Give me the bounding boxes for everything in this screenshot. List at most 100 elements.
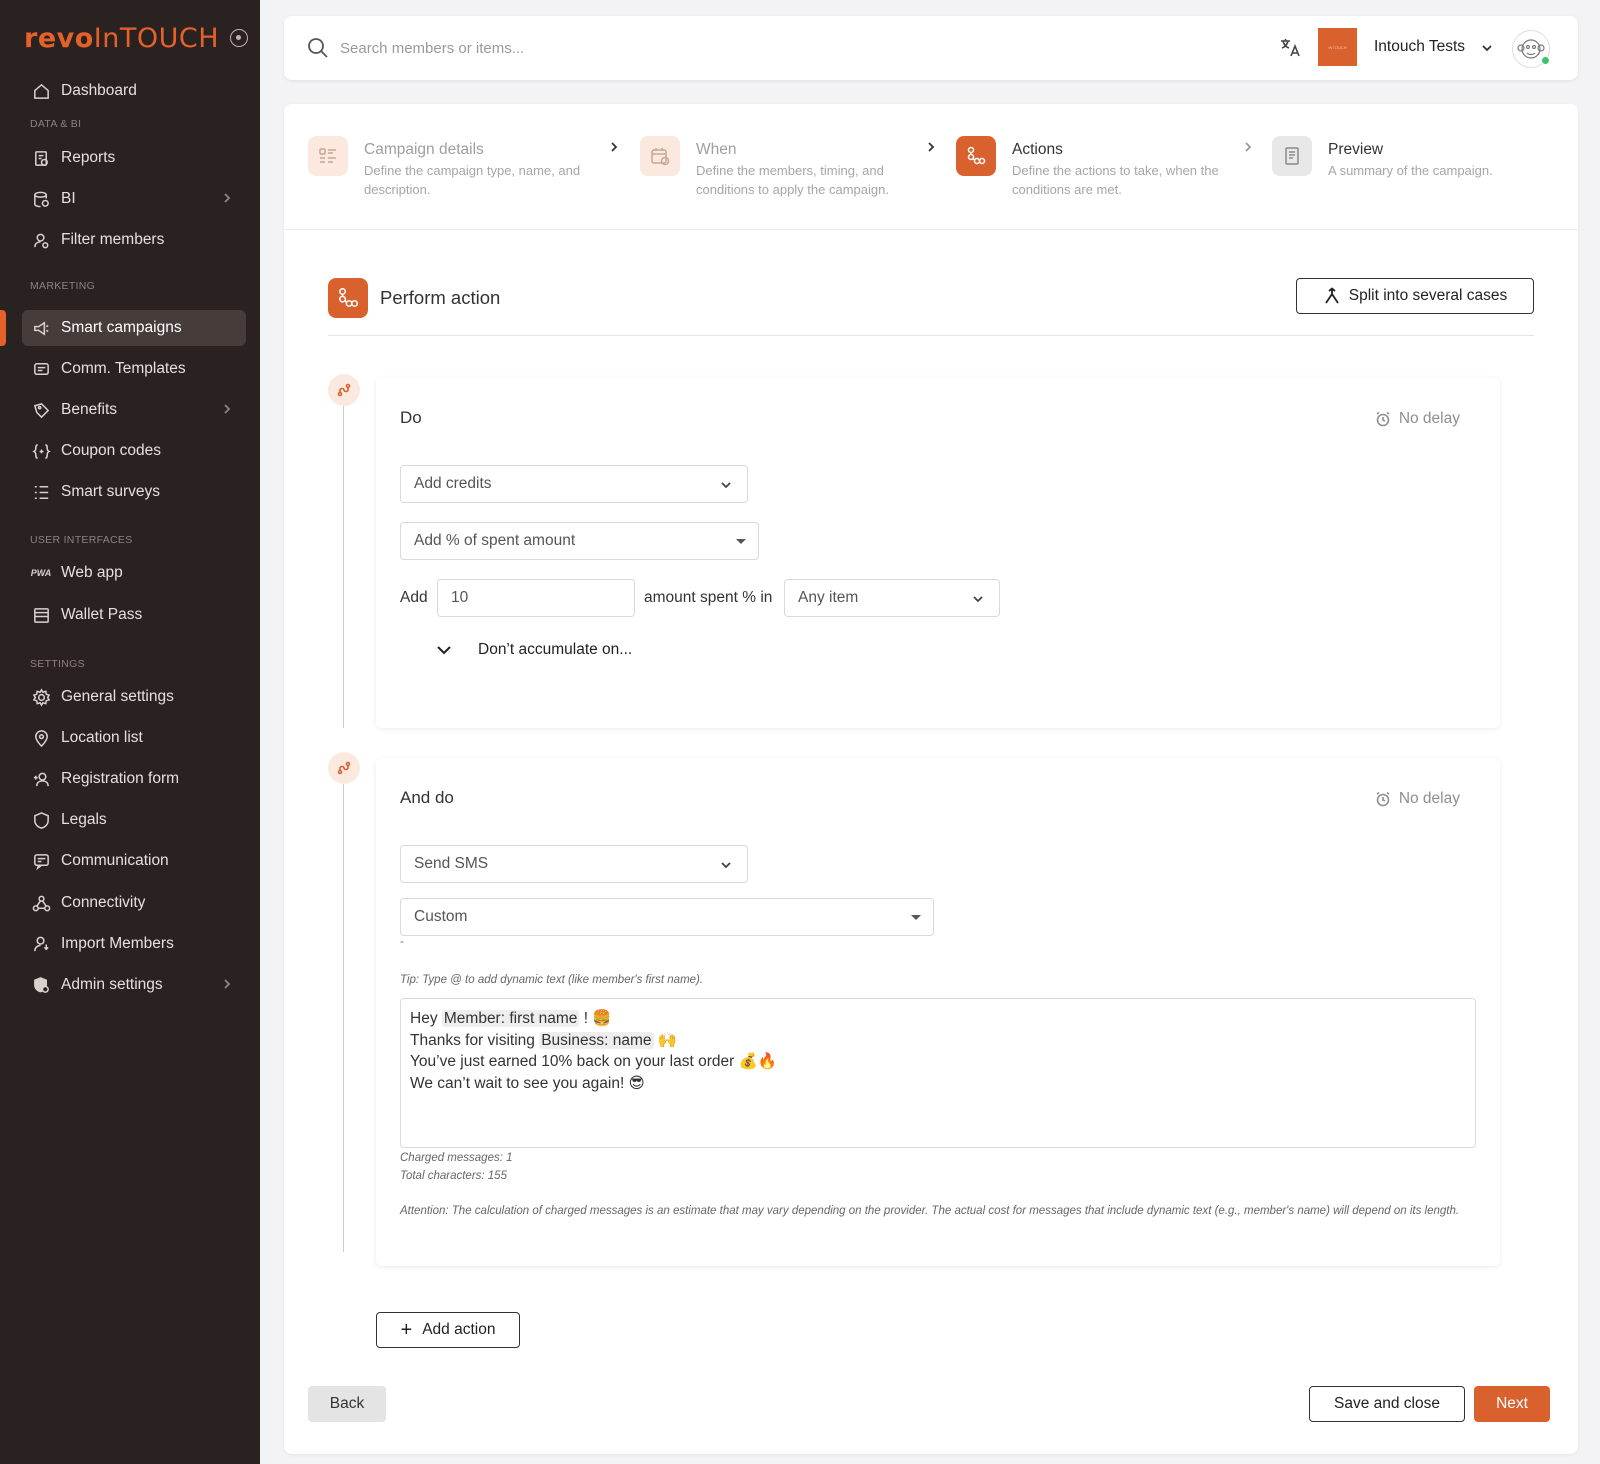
action-type-select[interactable]: Add credits — [400, 465, 748, 503]
sidebar-item-general-settings[interactable]: General settings — [22, 679, 246, 715]
attention-note: Attention: The calculation of charged me… — [400, 1205, 1460, 1217]
step-preview[interactable]: Preview A summary of the campaign. — [1272, 136, 1562, 206]
sidebar-item-admin-settings[interactable]: Admin settings — [22, 967, 246, 1003]
sms-message-editor[interactable]: Hey Member: first name ! 🍔 Thanks for vi… — [400, 998, 1476, 1148]
translate-icon[interactable] — [1278, 36, 1302, 60]
list-icon — [31, 482, 51, 502]
sidebar-item-connectivity[interactable]: Connectivity — [22, 885, 246, 921]
sidebar-item-label: Smart campaigns — [61, 319, 182, 336]
sidebar-item-wallet-pass[interactable]: Wallet Pass — [22, 597, 246, 633]
wallet-icon — [31, 605, 51, 625]
active-indicator — [0, 310, 6, 346]
sidebar-item-label: Smart surveys — [61, 483, 161, 500]
calendar-clock-icon — [651, 148, 670, 166]
sidebar-item-label: General settings — [61, 688, 174, 705]
dash-text: - — [400, 936, 404, 948]
next-button[interactable]: Next — [1474, 1386, 1550, 1422]
sidebar-item-coupon-codes[interactable]: Coupon codes — [22, 433, 246, 469]
dynamic-tag-member-first-name[interactable]: Member: first name — [441, 1010, 580, 1027]
template-select[interactable]: Custom — [400, 898, 934, 936]
chevron-down-icon — [971, 592, 985, 606]
step-desc: Define the campaign type, name, and desc… — [364, 163, 581, 197]
amount-input[interactable] — [437, 579, 635, 617]
action-card-do: Do No delay Add credits Add % of spent a… — [376, 378, 1500, 728]
coupon-icon — [31, 441, 51, 461]
action-card-and-do: And do No delay Send SMS Custom - Tip: T… — [376, 758, 1500, 1266]
location-icon — [31, 728, 51, 748]
split-cases-label: Split into several cases — [1348, 287, 1508, 304]
sidebar-item-location-list[interactable]: Location list — [22, 720, 246, 756]
perform-action-header: Perform action Split into several cases — [328, 278, 1534, 336]
template-value: Custom — [414, 908, 468, 925]
details-list-icon — [319, 148, 336, 163]
sidebar-item-bi[interactable]: BI — [22, 181, 246, 217]
brand-thumbnail[interactable]: INTOUCH — [1318, 28, 1357, 66]
back-button[interactable]: Back — [308, 1386, 386, 1422]
logo[interactable]: revoInTOUCH — [24, 23, 219, 54]
split-cases-button[interactable]: Split into several cases — [1296, 278, 1534, 314]
sidebar-item-benefits[interactable]: Benefits — [22, 392, 246, 428]
chevron-down-icon — [719, 478, 733, 492]
action-title: Do — [400, 408, 422, 427]
total-characters: Total characters: 155 — [400, 1170, 507, 1182]
step-title: Preview — [1328, 141, 1384, 158]
sidebar-item-label: Filter members — [61, 231, 165, 248]
delay-toggle[interactable]: No delay — [1375, 790, 1460, 808]
route-icon — [337, 761, 351, 775]
sidebar-item-comm-templates[interactable]: Comm. Templates — [22, 351, 246, 387]
avatar[interactable] — [1512, 30, 1550, 68]
sidebar-item-label: Connectivity — [61, 894, 146, 911]
split-icon — [1324, 287, 1339, 304]
sidebar-item-filter-members[interactable]: Filter members — [22, 222, 246, 258]
account-name[interactable]: Intouch Tests — [1374, 38, 1465, 56]
actions-flow-icon — [967, 146, 986, 165]
user-add-icon — [31, 769, 51, 789]
dynamic-tag-business-name[interactable]: Business: name — [539, 1031, 654, 1049]
search-input[interactable] — [340, 32, 940, 64]
action-type-select[interactable]: Send SMS — [400, 845, 748, 883]
step-campaign-details[interactable]: Campaign details Define the campaign typ… — [308, 136, 598, 206]
sidebar-item-registration-form[interactable]: Registration form — [22, 761, 246, 797]
sidebar-item-smart-campaigns[interactable]: Smart campaigns — [22, 310, 246, 346]
caret-down-icon — [736, 539, 746, 544]
sidebar-item-web-app[interactable]: PWA Web app — [22, 555, 246, 591]
sidebar-item-dashboard[interactable]: Dashboard — [22, 73, 246, 109]
caret-down-icon — [911, 915, 921, 920]
communication-icon — [31, 851, 51, 871]
online-status-dot — [1541, 56, 1550, 65]
chevron-right-icon — [220, 191, 236, 207]
delay-label: No delay — [1398, 790, 1460, 807]
sidebar-item-reports[interactable]: Reports — [22, 140, 246, 176]
item-scope-select[interactable]: Any item — [784, 579, 1000, 617]
action-type-value: Send SMS — [414, 855, 489, 872]
step-actions[interactable]: Actions Define the actions to take, when… — [956, 136, 1246, 206]
sidebar-item-label: Coupon codes — [61, 442, 161, 459]
dont-accumulate-toggle[interactable]: Don’t accumulate on... — [434, 640, 632, 660]
logo-row: revoInTOUCH — [24, 22, 248, 54]
step-desc: Define the members, timing, and conditio… — [696, 163, 889, 197]
toggle-sidebar-icon[interactable] — [230, 29, 248, 47]
sidebar-item-label: Wallet Pass — [61, 606, 143, 623]
step-badge — [956, 136, 996, 176]
sidebar-item-label: Location list — [61, 729, 143, 746]
delay-toggle[interactable]: No delay — [1375, 410, 1460, 428]
sidebar-item-import-members[interactable]: Import Members — [22, 926, 246, 962]
message-icon — [31, 359, 51, 379]
action-title: And do — [400, 788, 454, 807]
step-when[interactable]: When Define the members, timing, and con… — [640, 136, 930, 206]
step-desc: Define the actions to take, when the con… — [1012, 163, 1219, 197]
reports-icon — [31, 148, 51, 168]
credit-mode-select[interactable]: Add % of spent amount — [400, 522, 759, 560]
add-action-button[interactable]: + Add action — [376, 1312, 520, 1348]
step-badge — [1272, 136, 1312, 176]
sidebar-item-legals[interactable]: Legals — [22, 802, 246, 838]
sidebar-item-smart-surveys[interactable]: Smart surveys — [22, 474, 246, 510]
chevron-down-icon — [437, 646, 451, 655]
section-title: Perform action — [380, 287, 501, 308]
megaphone-icon — [31, 318, 51, 338]
sidebar-item-communication[interactable]: Communication — [22, 843, 246, 879]
sidebar-item-label: Admin settings — [61, 976, 163, 993]
credit-mode-value: Add % of spent amount — [414, 532, 576, 549]
save-and-close-button[interactable]: Save and close — [1309, 1386, 1465, 1422]
chevron-down-icon[interactable] — [1480, 41, 1496, 57]
